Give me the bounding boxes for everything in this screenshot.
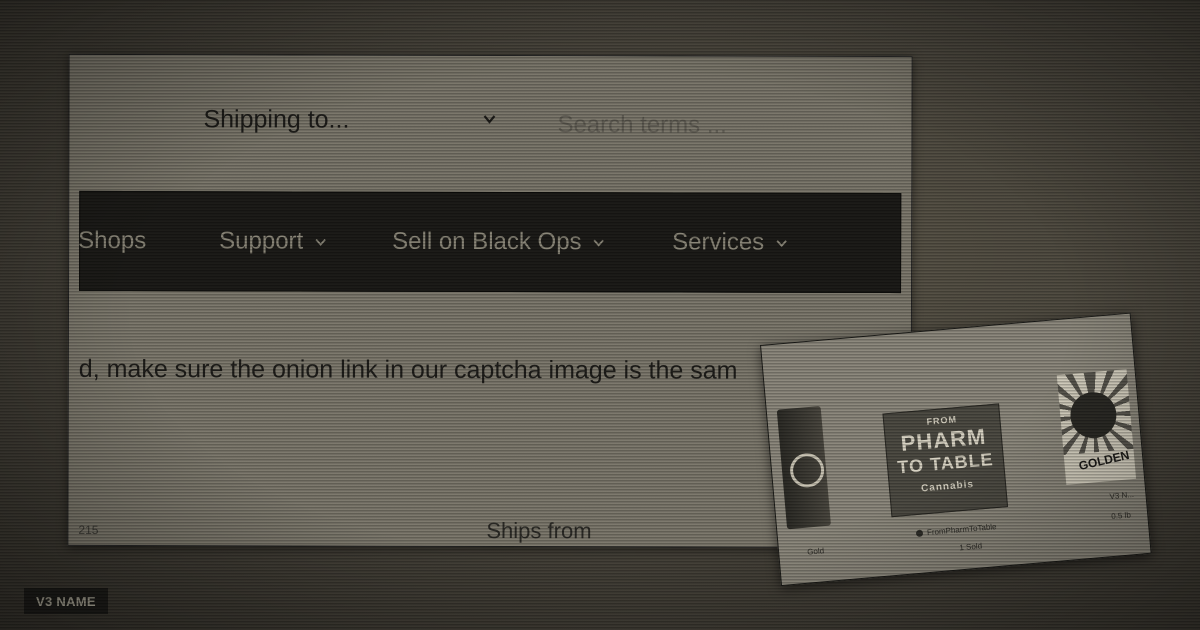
header-bar: Shipping to... <box>69 54 912 193</box>
product-image-2[interactable]: FROM PHARM TO TABLE Cannabis <box>882 403 1009 518</box>
captcha-notice-text: d, make sure the onion link in our captc… <box>78 354 738 385</box>
nav-item-support[interactable]: Support <box>219 227 326 255</box>
vendor-name-right[interactable]: V3 N... <box>1109 490 1134 501</box>
chevron-down-icon <box>593 239 605 247</box>
v3-name-badge: V3 NAME <box>24 588 108 614</box>
chevron-down-icon <box>315 238 326 246</box>
shipping-to-select[interactable]: Shipping to... <box>203 105 349 134</box>
sold-count: 1 Sold <box>959 541 983 553</box>
nav-item-label: Services <box>672 228 765 256</box>
price-label: 0.5 lb <box>1110 510 1132 522</box>
vendor-name-center[interactable]: FromPharmToTable <box>915 522 997 538</box>
nav-item-services[interactable]: Services <box>672 228 787 256</box>
disc-icon <box>788 451 826 489</box>
nav-item-label: Support <box>219 227 304 255</box>
nav-item-shops[interactable]: Shops <box>78 227 146 255</box>
main-navigation: Shops Support Sell on Black Ops Services <box>78 190 902 294</box>
nav-item-label: Sell on Black Ops <box>392 227 582 256</box>
nav-item-label: Shops <box>78 226 147 255</box>
listing-count: 215 <box>78 522 99 537</box>
chevron-down-icon[interactable] <box>482 112 496 126</box>
product-image-3[interactable]: GOLDEN <box>1056 369 1137 485</box>
vendor-name-left[interactable]: Gold <box>807 546 825 556</box>
shipping-to-label: Shipping to... <box>203 105 350 134</box>
product-image-1[interactable] <box>776 405 832 530</box>
product-listing-card: FROM PHARM TO TABLE Cannabis GOLDEN Gold… <box>760 312 1152 587</box>
vendor-icon <box>915 529 924 538</box>
vendor-label: FromPharmToTable <box>926 522 997 538</box>
ships-from-label[interactable]: Ships from <box>486 518 591 544</box>
screenshot-stage: Shipping to... Shops Support Sell on Bla… <box>0 0 1200 630</box>
badge-label: V3 NAME <box>36 593 96 609</box>
product-image-text: Cannabis <box>920 478 975 495</box>
search-input[interactable] <box>557 108 878 144</box>
nav-item-sell-on-black-ops[interactable]: Sell on Black Ops <box>392 227 605 257</box>
chevron-down-icon <box>776 239 787 247</box>
